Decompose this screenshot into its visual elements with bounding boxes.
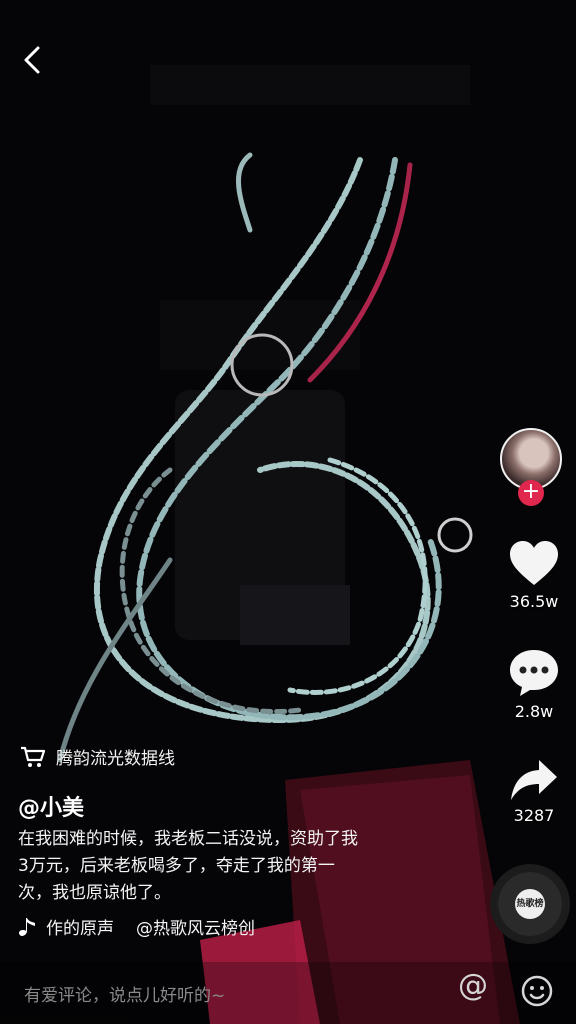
back-button[interactable] bbox=[14, 40, 54, 80]
share-count: 3287 bbox=[513, 806, 555, 825]
like-button[interactable]: 36.5w bbox=[496, 540, 572, 611]
share-arrow-icon bbox=[511, 760, 557, 800]
disc-label: 热歌榜 bbox=[515, 889, 545, 919]
share-button[interactable]: 3287 bbox=[496, 758, 572, 825]
comment-input[interactable]: 有爱评论，说点儿好听的~ bbox=[24, 981, 225, 1006]
speech-bubble-icon bbox=[510, 650, 558, 696]
music-disc[interactable]: 热歌榜 bbox=[498, 872, 562, 936]
product-tag[interactable]: 腾韵流光数据线 bbox=[20, 744, 175, 769]
comment-button[interactable]: 2.8w bbox=[496, 648, 572, 721]
music-original: 作的原声 bbox=[46, 919, 114, 939]
music-note-icon bbox=[19, 917, 35, 936]
chevron-left-icon bbox=[24, 46, 40, 74]
post-caption: 在我困难的时候，我老板二话没说，资助了我 3万元，后来老板喝多了，夺走了我的第一… bbox=[18, 829, 358, 903]
product-name: 腾韵流光数据线 bbox=[56, 749, 175, 769]
music-tag: @热歌风云榜创 bbox=[136, 919, 255, 939]
comment-count: 2.8w bbox=[514, 702, 554, 721]
at-mention-button[interactable]: @ bbox=[458, 968, 488, 1003]
music-info[interactable]: 作的原声 @热歌风云榜创 bbox=[18, 914, 255, 939]
heart-icon bbox=[510, 541, 558, 585]
username[interactable]: @小美 bbox=[18, 790, 84, 822]
comment-bar[interactable]: 有爱评论，说点儿好听的~ @ bbox=[0, 962, 576, 1024]
shopping-cart-icon bbox=[21, 746, 46, 767]
follow-button[interactable]: + bbox=[518, 480, 544, 506]
like-count: 36.5w bbox=[509, 592, 559, 611]
smiley-icon[interactable] bbox=[520, 974, 554, 1008]
